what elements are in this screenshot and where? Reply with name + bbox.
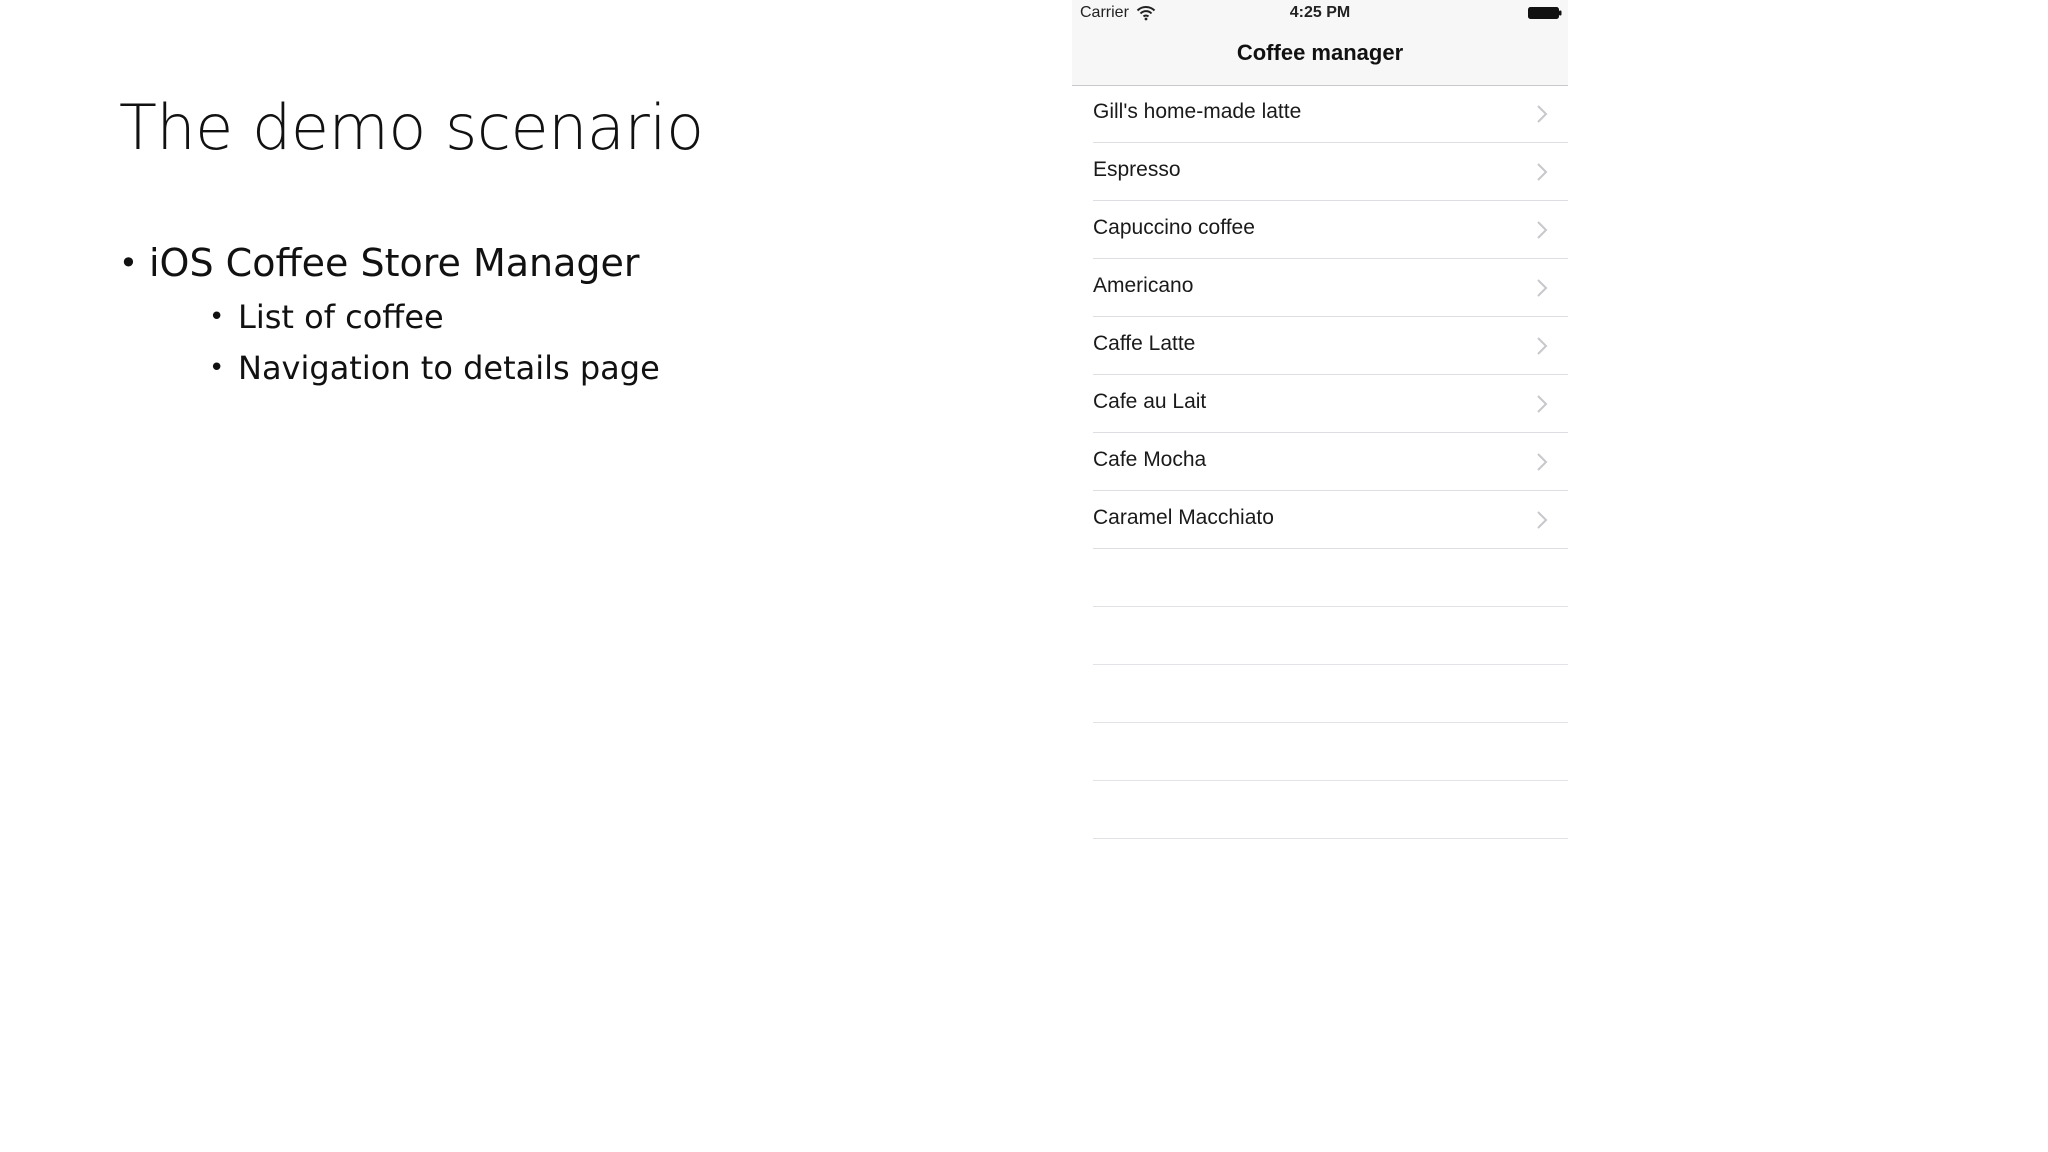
list-item[interactable]: Caramel Macchiato [1072, 491, 1568, 549]
chevron-right-icon [1537, 395, 1548, 413]
phone-screenshot: Carrier 4:25 PM Coffee manager Gill's ho… [1072, 0, 1568, 882]
sub-bullet-item: • List of coffee [209, 292, 660, 343]
list-item[interactable]: Cafe Mocha [1072, 433, 1568, 491]
status-time: 4:25 PM [1289, 4, 1351, 21]
sub-bullet-item: • Navigation to details page [209, 343, 660, 394]
chevron-right-icon [1537, 453, 1548, 471]
slide-title: The demo scenario [119, 91, 704, 164]
list-item-label: Cafe au Lait [1093, 390, 1207, 413]
list-item[interactable]: Americano [1072, 259, 1568, 317]
list-item[interactable]: Caffe Latte [1072, 317, 1568, 375]
navigation-bar: Carrier 4:25 PM Coffee manager [1072, 0, 1568, 86]
chevron-right-icon [1537, 221, 1548, 239]
empty-row [1072, 549, 1568, 607]
battery-icon [1528, 7, 1562, 19]
empty-row [1072, 781, 1568, 839]
chevron-right-icon [1537, 105, 1548, 123]
empty-row [1072, 607, 1568, 665]
bullet-dot-icon: • [209, 302, 225, 332]
bullet-list: • iOS Coffee Store Manager • List of cof… [119, 238, 660, 394]
chevron-right-icon [1537, 279, 1548, 297]
chevron-right-icon [1537, 511, 1548, 529]
empty-row [1072, 723, 1568, 781]
bullet-item: • iOS Coffee Store Manager • List of cof… [119, 238, 660, 394]
list-item-label: Cafe Mocha [1093, 448, 1207, 471]
coffee-list: Gill's home-made latte Espresso Capuccin… [1072, 85, 1568, 839]
list-item-label: Caramel Macchiato [1093, 506, 1274, 529]
list-item[interactable]: Cafe au Lait [1072, 375, 1568, 433]
list-item-label: Capuccino coffee [1093, 216, 1255, 239]
list-item-label: Gill's home-made latte [1093, 100, 1302, 123]
sub-bullet-text: List of coffee [238, 298, 444, 336]
chevron-right-icon [1537, 163, 1548, 181]
sub-bullet-text: Navigation to details page [238, 349, 660, 387]
empty-row [1072, 665, 1568, 723]
bullet-text: iOS Coffee Store Manager [149, 241, 640, 285]
list-item[interactable]: Espresso [1072, 143, 1568, 201]
nav-title: Coffee manager [1236, 40, 1404, 65]
list-item-label: Caffe Latte [1093, 332, 1196, 355]
chevron-right-icon [1537, 337, 1548, 355]
list-item-label: Americano [1093, 274, 1194, 297]
bullet-dot-icon: • [119, 244, 138, 282]
list-item[interactable]: Capuccino coffee [1072, 201, 1568, 259]
list-item[interactable]: Gill's home-made latte [1072, 85, 1568, 143]
bullet-dot-icon: • [209, 353, 225, 383]
sub-bullet-list: • List of coffee • Navigation to details… [149, 292, 660, 394]
list-item-label: Espresso [1093, 158, 1181, 181]
